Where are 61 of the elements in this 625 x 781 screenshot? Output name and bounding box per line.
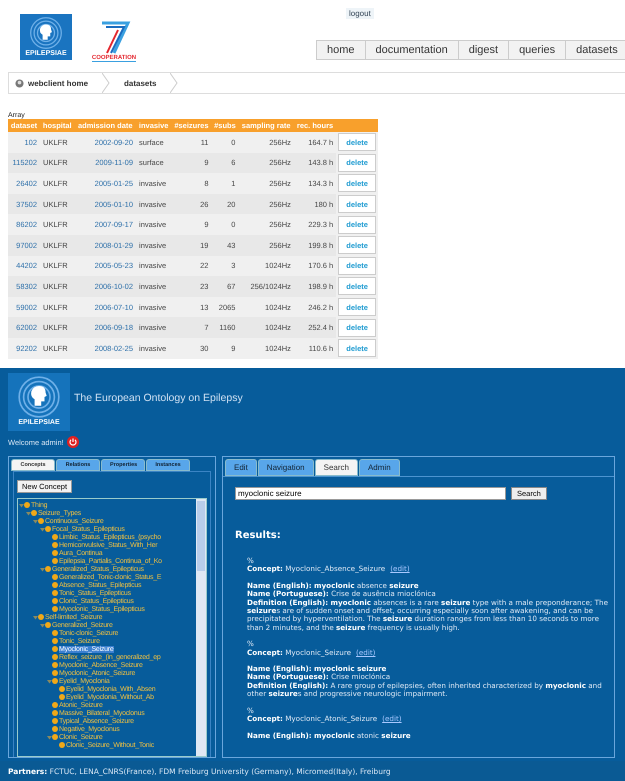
expand-caret-icon[interactable]: [40, 526, 45, 532]
node-bullet-icon: [52, 662, 58, 668]
node-bullet-icon: [24, 502, 30, 508]
site-title: The European Ontology on Epilepsy: [74, 392, 243, 404]
node-bullet-icon: [52, 534, 58, 540]
node-bullet-icon: [52, 574, 58, 580]
node-bullet-icon: [52, 726, 58, 732]
node-bullet-icon: [52, 606, 58, 612]
node-bullet-icon: [45, 566, 51, 572]
node-bullet-icon: [38, 614, 44, 620]
breadcrumb-link[interactable]: webclient home: [15, 78, 88, 88]
node-bullet-icon: [52, 550, 58, 556]
node-bullet-icon: [52, 630, 58, 636]
panel-tab[interactable]: Edit: [225, 459, 257, 476]
panel-tab[interactable]: Admin: [358, 459, 400, 476]
node-bullet-icon: [59, 742, 65, 748]
panel-tab[interactable]: Navigation: [258, 459, 314, 476]
expand-caret-icon[interactable]: [19, 502, 24, 508]
node-bullet-icon: [45, 526, 51, 532]
node-bullet-icon: [52, 678, 58, 684]
logout-link[interactable]: logout: [346, 8, 374, 19]
power-icon[interactable]: [66, 436, 79, 448]
scrollbar[interactable]: [196, 499, 206, 756]
results-heading: Results:: [235, 530, 282, 541]
node-bullet-icon: [52, 590, 58, 596]
breadcrumb-separator-icon: [170, 73, 178, 93]
node-bullet-icon: [52, 654, 58, 660]
node-bullet-icon: [52, 702, 58, 708]
head-waves-icon: [29, 16, 63, 50]
head-waves-icon: [17, 375, 61, 419]
nav-tab[interactable]: documentation: [366, 40, 459, 60]
node-bullet-icon: [52, 734, 58, 740]
node-bullet-icon: [52, 710, 58, 716]
nav-tab[interactable]: queries: [509, 40, 566, 60]
node-bullet-icon: [59, 686, 65, 692]
nav-tab[interactable]: home: [316, 40, 366, 60]
expand-caret-icon[interactable]: [40, 622, 45, 628]
node-bullet-icon: [52, 542, 58, 548]
node-bullet-icon: [52, 670, 58, 676]
nav-tab[interactable]: datasets: [566, 40, 625, 60]
node-bullet-icon: [52, 646, 58, 652]
node-bullet-icon: [59, 694, 65, 700]
expand-caret-icon[interactable]: [47, 678, 52, 684]
expand-caret-icon[interactable]: [26, 510, 31, 516]
breadcrumb-link[interactable]: datasets: [124, 78, 156, 88]
expand-caret-icon[interactable]: [47, 734, 52, 740]
node-bullet-icon: [45, 622, 51, 628]
node-bullet-icon: [52, 558, 58, 564]
expand-caret-icon[interactable]: [33, 614, 38, 620]
node-bullet-icon: [31, 510, 37, 516]
node-bullet-icon: [52, 638, 58, 644]
node-bullet-icon: [52, 598, 58, 604]
node-bullet-icon: [38, 518, 44, 524]
search-field[interactable]: myoclonic seizure: [235, 487, 506, 500]
nav-tab[interactable]: digest: [458, 40, 510, 60]
expand-caret-icon[interactable]: [40, 566, 45, 572]
breadcrumb-separator-icon: [102, 73, 110, 93]
expand-caret-icon[interactable]: [33, 518, 38, 524]
node-bullet-icon: [52, 718, 58, 724]
node-bullet-icon: [52, 582, 58, 588]
panel-tab[interactable]: Search: [314, 459, 358, 476]
